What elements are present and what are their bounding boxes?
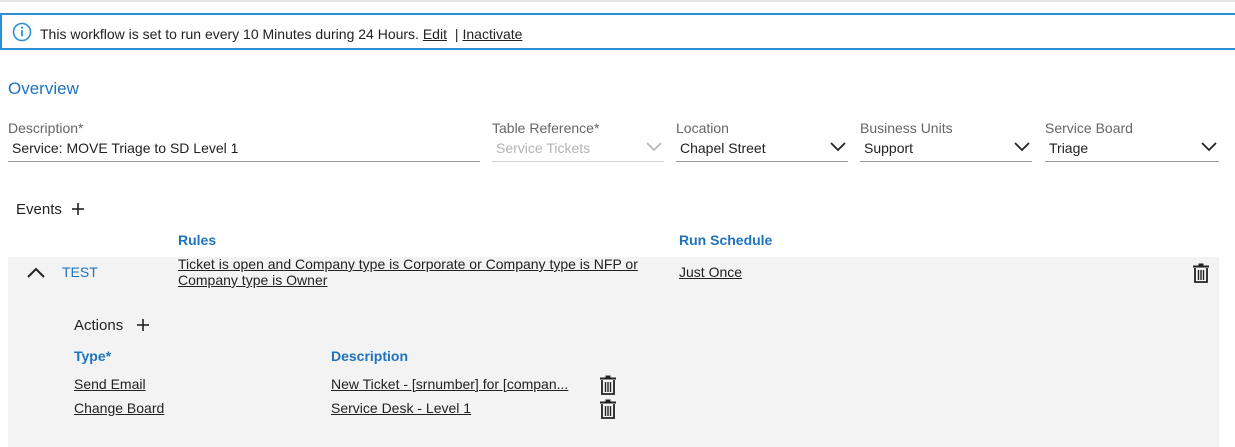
edit-link[interactable]: Edit bbox=[423, 26, 447, 42]
description-label: Description* bbox=[8, 120, 84, 136]
delete-action-trash-icon[interactable] bbox=[599, 399, 617, 419]
actions-heading: Actions bbox=[74, 317, 124, 334]
table-reference-value: Service Tickets bbox=[496, 140, 591, 156]
rules-column-header: Rules bbox=[178, 232, 217, 248]
service-board-label: Service Board bbox=[1045, 120, 1133, 136]
run-schedule-link[interactable]: Just Once bbox=[679, 264, 742, 280]
location-value: Chapel Street bbox=[680, 140, 766, 156]
action-description-column-header: Description bbox=[331, 348, 409, 364]
overview-heading: Overview bbox=[8, 79, 79, 98]
run-schedule-column-header: Run Schedule bbox=[679, 232, 773, 248]
table-reference-field: Table Reference* Service Tickets bbox=[492, 120, 664, 162]
business-units-label: Business Units bbox=[860, 120, 953, 136]
event-rule-link[interactable]: Ticket is open and Company type is Corpo… bbox=[178, 256, 648, 288]
schedule-banner: This workflow is set to run every 10 Min… bbox=[0, 13, 1235, 50]
action-type-link[interactable]: Change Board bbox=[74, 400, 164, 416]
add-action-plus-icon[interactable] bbox=[136, 318, 150, 332]
top-divider bbox=[0, 0, 1235, 2]
event-name[interactable]: TEST bbox=[62, 264, 98, 280]
table-reference-select: Service Tickets bbox=[492, 138, 664, 162]
inactivate-link[interactable]: Inactivate bbox=[462, 26, 522, 42]
events-heading: Events bbox=[16, 201, 62, 218]
action-type-column-header: Type* bbox=[74, 348, 112, 364]
location-field: Location Chapel Street bbox=[676, 120, 848, 162]
banner-separator: | bbox=[454, 26, 459, 42]
delete-action-trash-icon[interactable] bbox=[599, 375, 617, 395]
table-reference-label: Table Reference* bbox=[492, 120, 600, 136]
chevron-down-icon bbox=[646, 142, 662, 152]
location-select[interactable]: Chapel Street bbox=[676, 138, 848, 162]
action-description-link[interactable]: Service Desk - Level 1 bbox=[331, 400, 471, 416]
action-type-link[interactable]: Send Email bbox=[74, 376, 146, 392]
service-board-field: Service Board Triage bbox=[1045, 120, 1219, 162]
location-label: Location bbox=[676, 120, 729, 136]
chevron-down-icon bbox=[1014, 142, 1030, 152]
action-description-link[interactable]: New Ticket - [srnumber] for [compan... bbox=[331, 376, 568, 392]
business-units-value: Support bbox=[864, 140, 914, 156]
banner-text: This workflow is set to run every 10 Min… bbox=[40, 26, 522, 42]
chevron-up-icon[interactable] bbox=[26, 266, 46, 279]
chevron-down-icon bbox=[1201, 142, 1217, 152]
service-board-value: Triage bbox=[1049, 140, 1089, 156]
delete-event-trash-icon[interactable] bbox=[1192, 263, 1210, 283]
description-input[interactable]: Service: MOVE Triage to SD Level 1 bbox=[8, 138, 480, 162]
chevron-down-icon bbox=[830, 142, 846, 152]
business-units-field: Business Units Support bbox=[860, 120, 1032, 162]
description-field: Description* Service: MOVE Triage to SD … bbox=[8, 120, 480, 162]
info-icon bbox=[12, 22, 32, 42]
description-value: Service: MOVE Triage to SD Level 1 bbox=[12, 140, 239, 156]
add-event-plus-icon[interactable] bbox=[71, 202, 85, 216]
service-board-select[interactable]: Triage bbox=[1045, 138, 1219, 162]
business-units-select[interactable]: Support bbox=[860, 138, 1032, 162]
banner-message: This workflow is set to run every 10 Min… bbox=[40, 26, 419, 42]
